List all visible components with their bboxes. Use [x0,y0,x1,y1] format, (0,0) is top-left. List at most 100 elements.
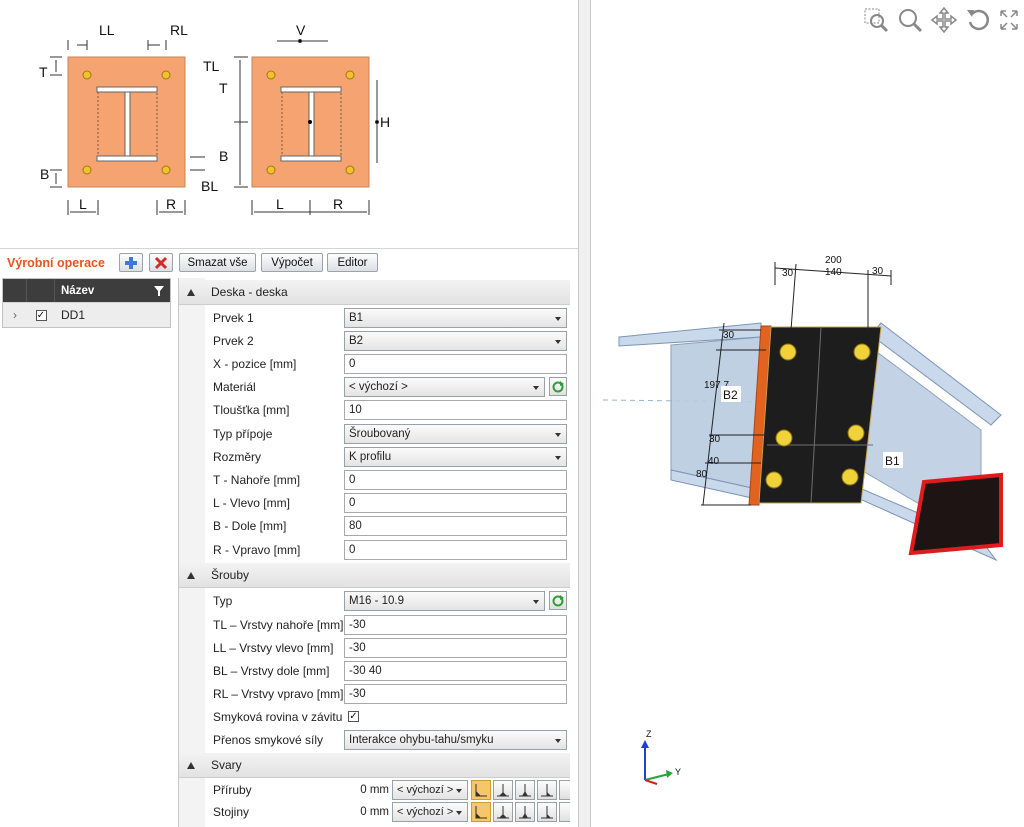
weld-type-fillet-button[interactable] [471,779,491,800]
dim-label-t-left: T [39,64,48,80]
property-grid: Deska - deska Prvek 1 B1 Prvek 2 B2 X - … [178,278,570,827]
x-position-input[interactable]: 0 [344,353,567,374]
editor-button[interactable]: Editor [327,253,378,272]
flange-weld-size[interactable]: 0 mm [349,784,389,796]
material-select[interactable]: < výchozí > [344,376,545,397]
prvek1-select[interactable]: B1 [344,307,567,328]
group-title: Svary [211,758,242,772]
prop-label: L - Vlevo [mm] [213,495,290,510]
bolt-type-select[interactable]: M16 - 10.9 [344,590,545,611]
prop-label: Rozměry [213,449,262,464]
viewport-toolbar [862,6,1020,34]
prop-row-prvek2: Prvek 2 B2 [179,329,570,352]
right-offset-input[interactable]: 0 [344,539,567,560]
weld-type-butt-button[interactable] [515,779,535,800]
weld-type-partial-button[interactable] [537,801,557,822]
prop-label: RL – Vrstvy vpravo [mm] [213,686,344,701]
prop-label: Materiál [213,379,256,394]
add-operation-button[interactable] [119,253,143,272]
left-pane: LL RL T B BL TL L R V T B H L R Výrobní … [0,0,578,827]
prop-row-ll: LL – Vrstvy vlevo [mm] -30 [179,636,570,659]
prop-row-shear-thread: Smyková rovina v závitu ✓ [179,705,570,728]
list-item[interactable]: › ✓ DD1 [3,302,170,327]
collapse-triangle-icon[interactable] [187,288,195,296]
thickness-input[interactable]: 10 [344,399,567,420]
material-refresh-button[interactable] [549,377,567,396]
bl-rows-input[interactable]: -30 40 [344,660,567,681]
weld-fillet-icon [475,783,487,796]
web-weld-size[interactable]: 0 mm [349,806,389,818]
top-offset-input[interactable]: 0 [344,469,567,490]
3d-viewport[interactable]: 200 140 30 30 30 197.7 30 40 80 B2 B1 Z … [591,0,1024,827]
pan-icon[interactable] [930,6,958,34]
prop-row-bolt-type: Typ M16 - 10.9 [179,589,570,612]
prop-label: Stojiny [213,804,250,819]
ll-rows-input[interactable]: -30 [344,637,567,658]
zoom-window-icon[interactable] [862,6,890,34]
connection-type-select[interactable]: Šroubovaný [344,423,567,444]
prvek2-select[interactable]: B2 [344,330,567,351]
prop-label: Typ přípoje [213,426,273,441]
shear-transfer-select[interactable]: Interakce ohybu-tahu/smyku [344,729,567,750]
dim-label-b-right: B [219,148,228,164]
rl-rows-input[interactable]: -30 [344,683,567,704]
prop-row-left: L - Vlevo [mm] 0 [179,491,570,514]
weld-type-double-button[interactable] [493,779,513,800]
prop-label: Typ [213,593,233,608]
rotate-icon[interactable] [964,6,992,34]
dim-label-l-right: L [276,196,284,212]
weld-type-fillet-button[interactable] [471,801,491,822]
fullscreen-icon[interactable] [998,6,1020,34]
row-expand-icon[interactable]: › [3,308,27,322]
dim-200: 200 [825,255,842,266]
prop-row-bottom: B - Dole [mm] 80 [179,514,570,537]
collapse-triangle-icon[interactable] [187,571,195,579]
collapse-triangle-icon[interactable] [187,761,195,769]
pane-splitter[interactable] [578,0,591,827]
dim-label-bl: BL [201,178,218,194]
group-bolts[interactable]: Šrouby [179,563,570,588]
weld-butt-icon [519,783,531,796]
dim-label-h: H [380,114,390,130]
group-welds[interactable]: Svary [179,753,570,778]
web-weld-material-select[interactable]: < výchozí > [392,801,468,822]
prop-row-dimensions: Rozměry K profilu [179,445,570,468]
section-title: Výrobní operace [7,256,105,270]
filter-icon[interactable] [154,285,164,296]
prop-row-x-position: X - pozice [mm] 0 [179,352,570,375]
dim-label-v: V [296,22,306,38]
plus-icon [125,256,137,269]
compute-button[interactable]: Výpočet [261,253,323,272]
axis-z-label: Z [646,729,652,739]
refresh-icon [552,594,564,606]
prop-row-material: Materiál < výchozí > [179,375,570,398]
flange-weld-material-select[interactable]: < výchozí > [392,779,468,800]
prop-label: BL – Vrstvy dole [mm] [213,663,330,678]
dim-label-b-left: B [40,166,49,182]
dim-v-30-mid: 30 [709,434,721,445]
prop-row-top: T - Nahoře [mm] 0 [179,468,570,491]
weld-type-more-button[interactable] [559,779,570,800]
row-checkbox[interactable]: ✓ [35,309,47,321]
dim-label-r-right: R [333,196,343,212]
row-name: DD1 [61,308,86,322]
left-offset-input[interactable]: 0 [344,492,567,513]
zoom-icon[interactable] [896,6,924,34]
group-plate[interactable]: Deska - deska [179,280,570,305]
dim-140: 140 [825,267,842,278]
shear-thread-checkbox[interactable]: ✓ [348,711,359,722]
weld-type-more-button[interactable] [559,801,570,822]
clear-all-button[interactable]: Smazat vše [179,253,256,272]
prop-label: TL – Vrstvy nahoře [mm] [213,617,344,632]
dimensions-select[interactable]: K profilu [344,446,567,467]
tl-rows-input[interactable]: -30 [344,614,567,635]
weld-type-butt-button[interactable] [515,801,535,822]
bolt-refresh-button[interactable] [549,591,567,610]
dim-v-40: 40 [708,456,720,467]
prop-row-tl: TL – Vrstvy nahoře [mm] -30 [179,613,570,636]
column-name-header[interactable]: Název [61,285,154,297]
delete-operation-button[interactable] [149,253,173,272]
bottom-offset-input[interactable]: 80 [344,515,567,536]
weld-type-partial-button[interactable] [537,779,557,800]
weld-type-double-button[interactable] [493,801,513,822]
